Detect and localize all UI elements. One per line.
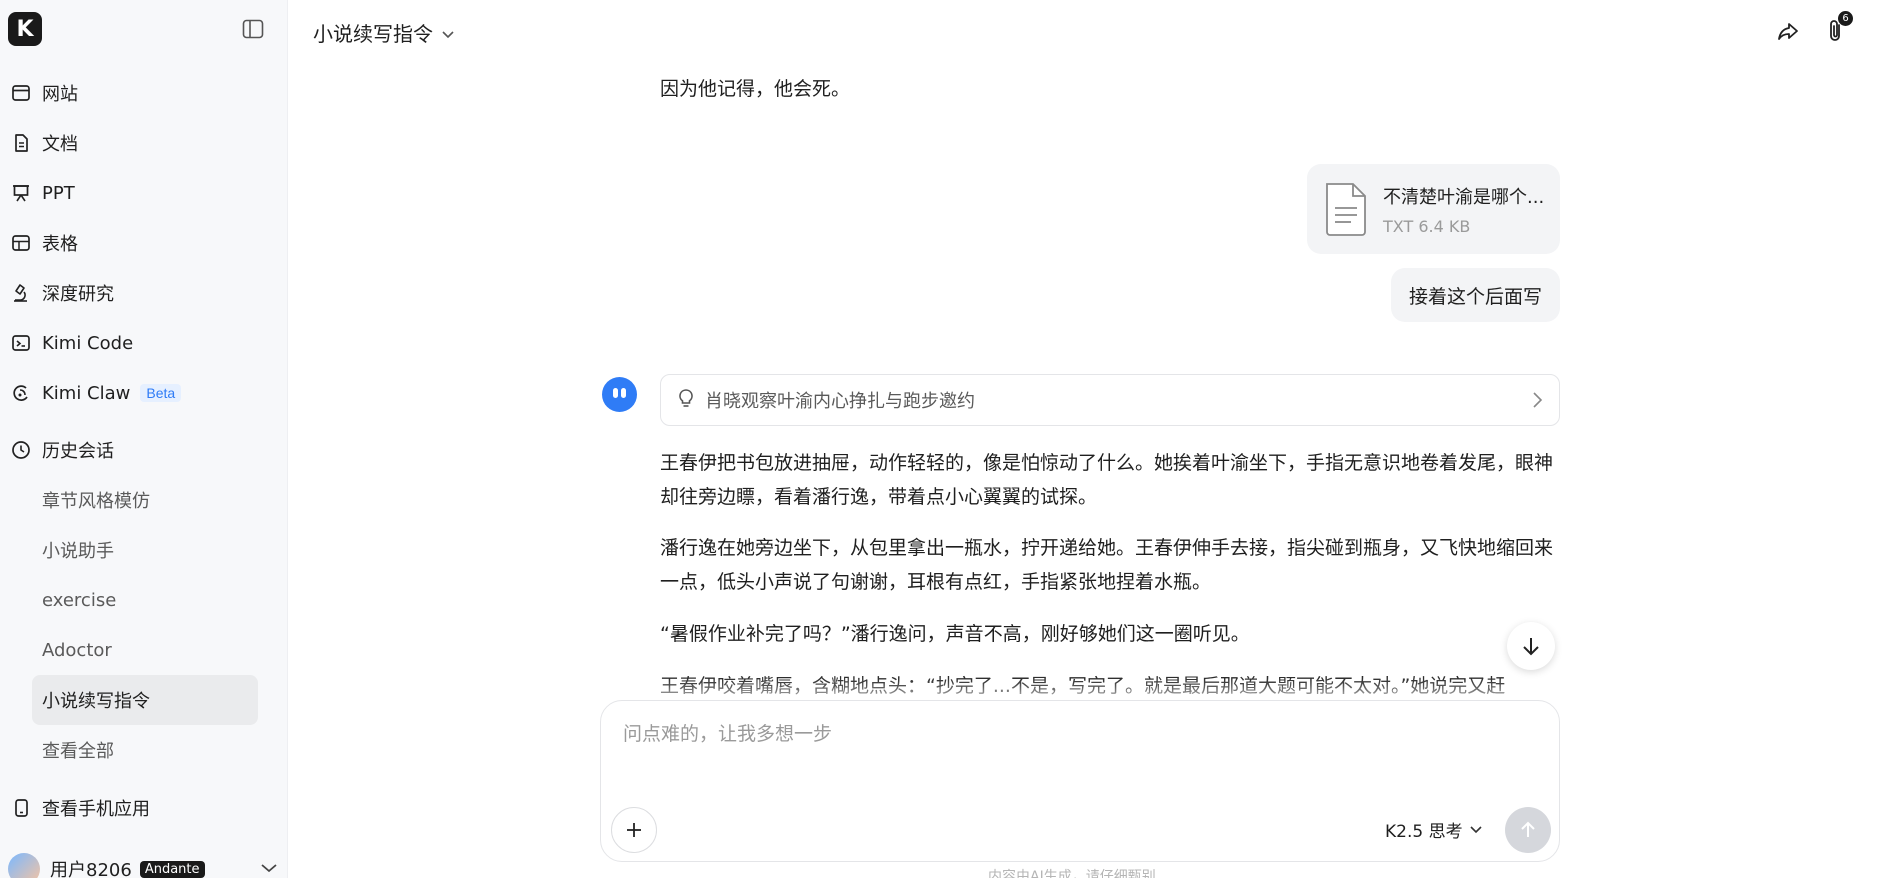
- assistant-text-line: 因为他记得，他会死。: [660, 78, 851, 100]
- arrow-up-icon: [1521, 821, 1535, 837]
- avatar: [8, 853, 40, 878]
- share-icon[interactable]: [1776, 20, 1800, 44]
- model-selector[interactable]: K2.5 思考: [1385, 817, 1483, 842]
- sidebar-item-ppt[interactable]: PPT: [0, 168, 288, 218]
- message-composer[interactable]: 问点难的，让我多想一步 K2.5 思考: [600, 700, 1560, 862]
- message-input[interactable]: 问点难的，让我多想一步: [623, 719, 832, 746]
- history-header[interactable]: 历史会话: [0, 425, 288, 475]
- assistant-paragraph: 潘行逸在她旁边坐下，从包里拿出一瓶水，拧开递给她。王春伊伸手去接，指尖碰到瓶身，…: [660, 537, 1554, 593]
- history-item-active[interactable]: 小说续写指令: [32, 675, 258, 725]
- chevron-right-icon: [1531, 391, 1543, 414]
- add-attachment-button[interactable]: [611, 807, 657, 853]
- history-item[interactable]: 小说助手: [32, 525, 258, 575]
- sidebar-item-label: PPT: [42, 182, 75, 204]
- model-label: K2.5 思考: [1385, 822, 1463, 842]
- assistant-paragraph: “暑假作业补完了吗？”潘行逸问，声音不高，刚好够她们这一圈听见。: [660, 623, 1250, 645]
- file-info: 不清楚叶渝是哪个... TXT 6.4 KB: [1383, 183, 1544, 236]
- terminal-icon: [10, 332, 32, 354]
- chevron-down-icon[interactable]: [260, 858, 278, 878]
- sidebar-item-sheets[interactable]: 表格: [0, 218, 288, 268]
- file-attachment-card[interactable]: 不清楚叶渝是哪个... TXT 6.4 KB: [1307, 164, 1560, 254]
- sidebar-item-website[interactable]: 网站: [0, 68, 288, 118]
- history-item[interactable]: Adoctor: [32, 625, 258, 675]
- history-label: 历史会话: [42, 441, 114, 462]
- user-name: 用户8206: [50, 860, 132, 878]
- assistant-paragraph: 王春伊咬着嘴唇，含糊地点头：“抄完了...不是，写完了。就是最后那道大题可能不太…: [660, 675, 1506, 697]
- text-file-icon: [1321, 181, 1371, 237]
- plus-icon: [627, 823, 641, 837]
- mobile-app-label: 查看手机应用: [42, 799, 150, 820]
- sidebar-item-deep-research[interactable]: 深度研究: [0, 268, 288, 318]
- sidebar: K 网站 文档 PPT 表格 深度研究 Kimi Code Kimi Claw …: [0, 0, 288, 878]
- ai-disclaimer: 内容由AI生成，请仔细甄别: [988, 869, 1156, 878]
- clock-icon: [10, 439, 32, 461]
- send-button[interactable]: [1505, 807, 1551, 853]
- microscope-icon: [10, 282, 32, 304]
- sidebar-toggle-icon[interactable]: [242, 19, 264, 39]
- sidebar-item-kimi-claw[interactable]: Kimi Claw Beta: [0, 368, 288, 418]
- scroll-to-bottom-button[interactable]: [1507, 622, 1555, 670]
- browser-window-icon: [10, 82, 32, 104]
- assistant-avatar: [602, 377, 637, 412]
- sidebar-item-label: 文档: [42, 134, 78, 155]
- user-profile[interactable]: 用户8206 Andante: [8, 852, 278, 878]
- assistant-paragraph: 王春伊把书包放进抽屉，动作轻轻的，像是怕惊动了什么。她挨着叶渝坐下，手指无意识地…: [660, 452, 1554, 508]
- conversation-title-text: 小说续写指令: [313, 22, 433, 46]
- arrow-down-icon: [1523, 638, 1539, 656]
- sidebar-item-docs[interactable]: 文档: [0, 118, 288, 168]
- sidebar-item-label: Kimi Code: [42, 332, 134, 354]
- history-list: 章节风格模仿 小说助手 exercise Adoctor 小说续写指令 查看全部: [32, 475, 258, 775]
- phone-icon: [10, 797, 32, 819]
- file-name: 不清楚叶渝是哪个...: [1383, 186, 1545, 208]
- history-item[interactable]: 章节风格模仿: [32, 475, 258, 525]
- claw-icon: [10, 382, 32, 404]
- sidebar-nav: 网站 文档 PPT 表格 深度研究 Kimi Code Kimi Claw Be…: [0, 68, 288, 418]
- file-meta: TXT 6.4 KB: [1383, 216, 1471, 236]
- chevron-down-icon: [441, 21, 455, 45]
- mobile-app-link[interactable]: 查看手机应用: [0, 783, 288, 833]
- table-icon: [10, 232, 32, 254]
- sidebar-item-label: 深度研究: [42, 284, 114, 305]
- document-icon: [10, 132, 32, 154]
- beta-badge: Beta: [140, 384, 182, 402]
- presentation-icon: [10, 182, 32, 204]
- history-item[interactable]: exercise: [32, 575, 258, 625]
- sidebar-item-label: Kimi Claw: [42, 382, 131, 404]
- sidebar-item-kimi-code[interactable]: Kimi Code: [0, 318, 288, 368]
- sidebar-item-label: 表格: [42, 234, 78, 255]
- lightbulb-icon: [677, 388, 695, 413]
- thinking-summary[interactable]: 肖晓观察叶渝内心挣扎与跑步邀约: [660, 374, 1560, 426]
- chevron-down-icon: [1469, 820, 1483, 840]
- attachments-count-badge: 6: [1838, 11, 1853, 26]
- kimi-logo[interactable]: K: [8, 12, 42, 46]
- thinking-summary-text: 肖晓观察叶渝内心挣扎与跑步邀约: [705, 391, 975, 412]
- user-message-bubble: 接着这个后面写: [1391, 268, 1560, 322]
- conversation-title[interactable]: 小说续写指令: [313, 18, 455, 47]
- plan-badge: Andante: [139, 860, 205, 878]
- sidebar-item-label: 网站: [42, 84, 78, 105]
- view-all-history-link[interactable]: 查看全部: [32, 725, 258, 775]
